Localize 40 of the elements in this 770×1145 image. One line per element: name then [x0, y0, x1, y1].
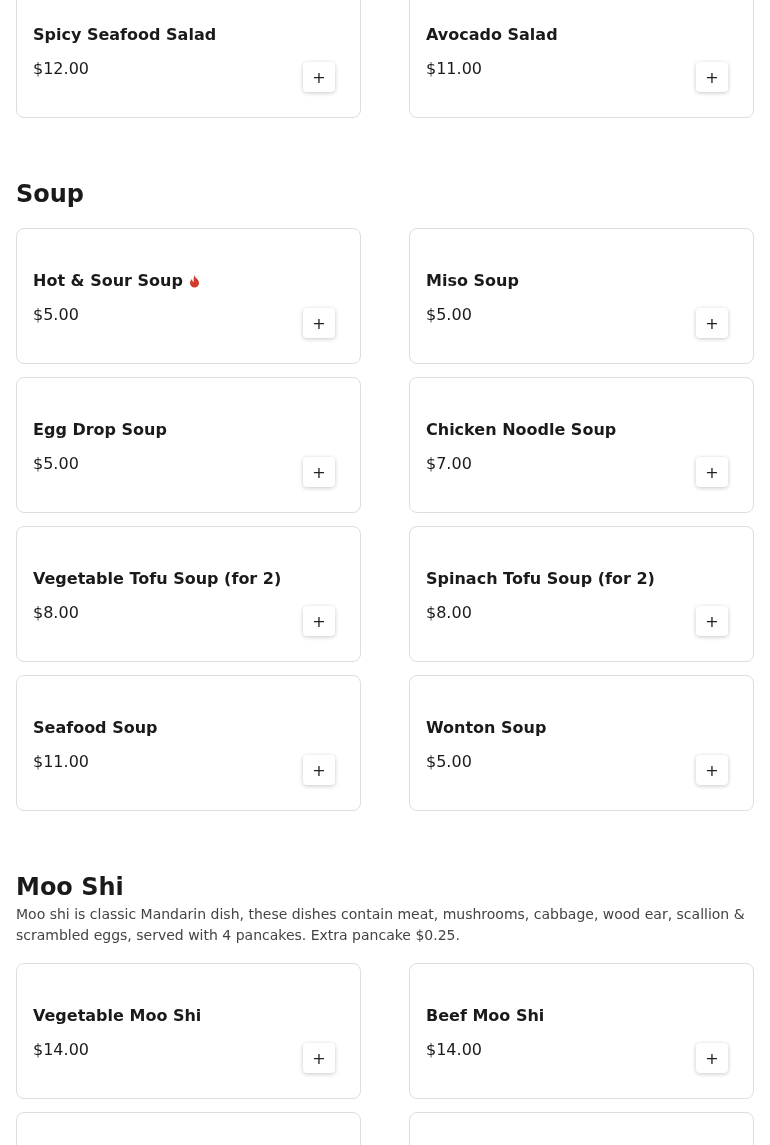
dish-name: Vegetable Tofu Soup (for 2) — [33, 569, 282, 589]
dish-name: Egg Drop Soup — [33, 420, 167, 440]
dish-price: $8.00 — [426, 603, 472, 623]
dish-name: Miso Soup — [426, 271, 519, 291]
section-heading: Soup — [16, 179, 86, 210]
add-button[interactable]: + — [696, 606, 728, 636]
add-button[interactable]: + — [303, 308, 335, 338]
dish-name: Vegetable Moo Shi — [33, 1006, 202, 1026]
dish-price: $5.00 — [33, 305, 79, 325]
dish-price: $5.00 — [33, 454, 79, 474]
section-description: Moo shi is classic Mandarin dish, these dishes contain meat, mushrooms, cabbage, wood ear, scallion & scrambled eggs, served with 4 pancakes. Extra pancake $0.25. — [16, 905, 746, 945]
dish-name: Chicken Noodle Soup — [426, 420, 617, 440]
dish-name: Spicy Seafood Salad — [33, 25, 217, 45]
add-button[interactable]: + — [696, 457, 728, 487]
dish-price: $14.00 — [33, 1040, 89, 1060]
add-button[interactable]: + — [303, 755, 335, 785]
add-button[interactable]: + — [303, 62, 335, 92]
add-button[interactable]: + — [303, 457, 335, 487]
dish-name: Wonton Soup — [426, 718, 547, 738]
dish-price: $8.00 — [33, 603, 79, 623]
dish-price: $5.00 — [426, 752, 472, 772]
add-button[interactable]: + — [696, 755, 728, 785]
dish-price: $12.00 — [33, 59, 89, 79]
dish-name: Beef Moo Shi — [426, 1006, 545, 1026]
add-button[interactable]: + — [303, 606, 335, 636]
dish-name: Spinach Tofu Soup (for 2) — [426, 569, 655, 589]
add-button[interactable]: + — [696, 308, 728, 338]
add-button[interactable]: + — [696, 62, 728, 92]
dish-price: $14.00 — [426, 1040, 482, 1060]
add-button[interactable]: + — [303, 1043, 335, 1073]
dish-price: $7.00 — [426, 454, 472, 474]
dish-price: $11.00 — [426, 59, 482, 79]
add-button[interactable]: + — [696, 1043, 728, 1073]
dish-name: Avocado Salad — [426, 25, 558, 45]
dish-name: Seafood Soup — [33, 718, 158, 738]
dish-price: $11.00 — [33, 752, 89, 772]
dish-price: $5.00 — [426, 305, 472, 325]
dish-name: Hot & Sour Soup — [33, 271, 183, 291]
flame-icon — [188, 274, 200, 288]
section-heading: Moo Shi — [16, 872, 125, 903]
